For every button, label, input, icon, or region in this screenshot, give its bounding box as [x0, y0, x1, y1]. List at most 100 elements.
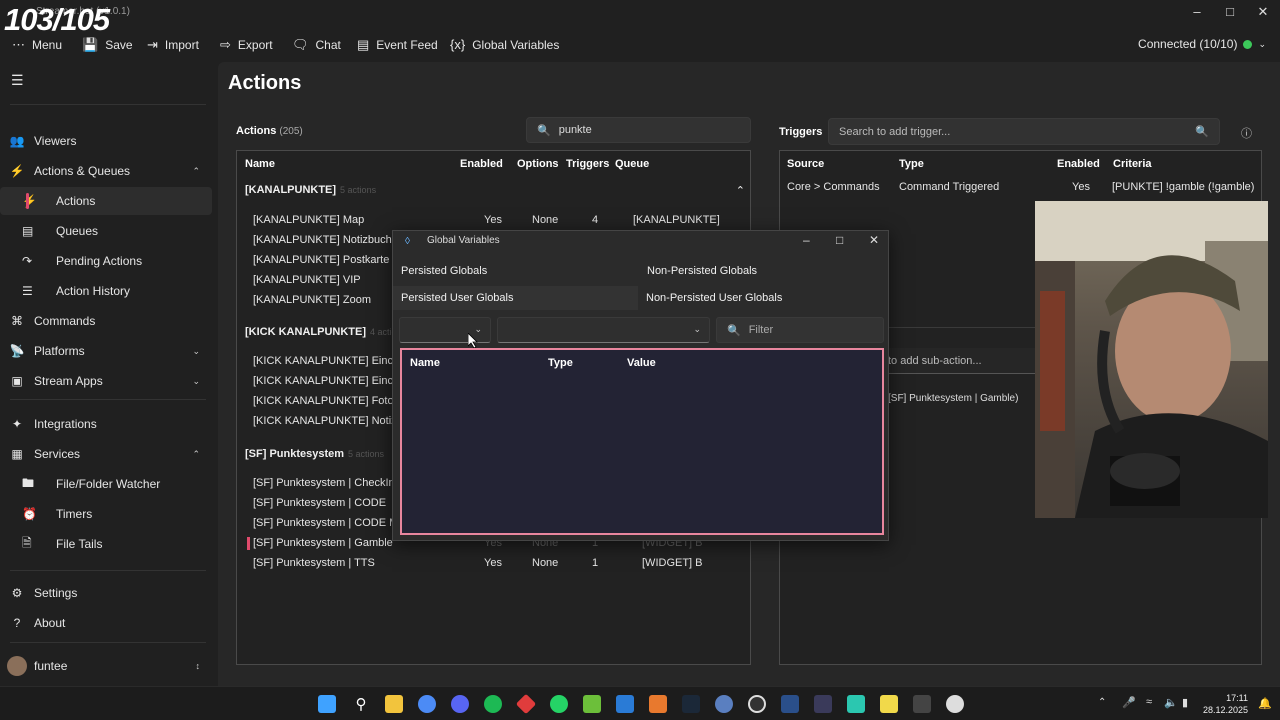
app-logo-icon: ◊ — [405, 236, 410, 247]
discord-icon[interactable] — [451, 695, 469, 713]
app-icon[interactable] — [847, 695, 865, 713]
chevron-up-icon[interactable]: ⌃ — [1098, 697, 1106, 708]
column-header-triggers[interactable]: Triggers — [566, 158, 609, 170]
speaker-icon[interactable]: 🔈 — [1164, 696, 1178, 709]
sidebar-item-services[interactable]: ▦ Services ⌃ — [0, 440, 212, 468]
app-icon[interactable] — [715, 695, 733, 713]
sidebar-item-about[interactable]: ? About — [0, 609, 212, 637]
export-button[interactable]: ⇨ Export — [220, 37, 273, 53]
tab-persisted-user-globals[interactable]: Persisted User Globals — [393, 286, 638, 310]
column-header-queue[interactable]: Queue — [615, 158, 649, 170]
connection-status[interactable]: Connected (10/10) ⌄ — [1138, 37, 1266, 51]
sidebar-item-file-tails[interactable]: 🗎 File Tails — [0, 530, 212, 558]
vscode-icon[interactable] — [616, 695, 634, 713]
table-row[interactable]: [SF] Punktesystem | TTS Yes None 1 [WIDGET] … — [237, 553, 749, 573]
triggers-panel-label: Triggers — [779, 126, 823, 138]
mouse-cursor-icon — [468, 333, 478, 348]
sidebar-item-file-folder-watcher[interactable]: 🖿 File/Folder Watcher — [0, 470, 212, 498]
user-profile[interactable]: funtee ↕ — [0, 652, 212, 680]
status-dot-icon — [1243, 39, 1253, 49]
sidebar-item-queues[interactable]: ▤ Queues — [0, 217, 212, 245]
folder-watch-icon: 🖿 — [22, 475, 35, 490]
maximize-icon[interactable]: □ — [1215, 4, 1245, 22]
sidebar-item-actions[interactable]: ⚡ Actions — [0, 187, 212, 215]
toolbar: ⋯ Menu 💾 Save ⇥ Import ⇨ Export 🗨 Chat ▤ Event… — [0, 30, 1280, 60]
variable-icon: {x} — [450, 37, 466, 52]
sidebar-item-stream-apps[interactable]: ▣ Stream Apps ⌄ — [0, 367, 212, 395]
sidebar-item-settings[interactable]: ⚙ Settings — [0, 579, 212, 607]
trigger-row[interactable]: Core > Commands Command Triggered Yes [P… — [780, 177, 1260, 197]
column-header-name[interactable]: Name — [245, 158, 275, 170]
search-icon[interactable]: ⚲ — [352, 695, 370, 713]
variables-grid[interactable]: Name Type Value — [400, 348, 884, 535]
chevron-down-icon: ⌄ — [693, 324, 701, 334]
column-header-enabled[interactable]: Enabled — [1057, 158, 1100, 170]
sidebar-item-platforms[interactable]: 📡 Platforms ⌄ — [0, 337, 212, 365]
notepad-icon[interactable] — [583, 695, 601, 713]
windows-start-icon[interactable] — [318, 695, 336, 713]
sidebar-item-action-history[interactable]: ☰ Action History — [0, 277, 212, 305]
microphone-icon[interactable]: 🎤 — [1122, 696, 1136, 709]
menu-button[interactable]: ⋯ Menu — [12, 37, 62, 53]
column-header-name[interactable]: Name — [410, 357, 440, 369]
wifi-icon[interactable]: ≈ — [1146, 696, 1152, 708]
streamerbot-icon[interactable] — [781, 695, 799, 713]
sidebar-item-pending-actions[interactable]: ↷ Pending Actions — [0, 247, 212, 275]
filter-input[interactable]: 🔍 Filter — [716, 317, 884, 343]
column-header-options[interactable]: Options — [517, 158, 559, 170]
system-clock[interactable]: 17:11 28.12.2025 — [1203, 692, 1248, 716]
hamburger-icon[interactable]: ☰ — [11, 72, 24, 89]
sidebar-item-timers[interactable]: ⏰ Timers — [0, 500, 212, 528]
tab-non-persisted-globals[interactable]: Non-Persisted Globals — [639, 259, 884, 283]
divider — [10, 399, 206, 400]
group-header[interactable]: [SF] Punktesystem 5 actions — [245, 448, 384, 460]
chrome-icon[interactable] — [418, 695, 436, 713]
trigger-search-input[interactable]: Search to add trigger... 🔍 — [828, 118, 1220, 145]
sidebar-item-commands[interactable]: ⌘ Commands — [0, 307, 212, 335]
whatsapp-icon[interactable] — [550, 695, 568, 713]
table-row[interactable]: [KANALPUNKTE] Map Yes None 4 [KANALPUNKTE] — [237, 210, 749, 230]
chevron-down-icon: ⌄ — [192, 375, 200, 386]
app-icon[interactable] — [649, 695, 667, 713]
minimize-icon[interactable]: – — [1182, 4, 1212, 22]
chatgpt-icon[interactable] — [946, 695, 964, 713]
davinci-icon[interactable] — [913, 695, 931, 713]
event-feed-button[interactable]: ▤ Event Feed — [357, 37, 438, 53]
global-variables-button[interactable]: {x} Global Variables — [450, 37, 559, 52]
spotify-icon[interactable] — [484, 695, 502, 713]
close-icon[interactable]: ✕ — [869, 233, 879, 247]
sidebar-item-actions-queues[interactable]: ⚡ Actions & Queues ⌃ — [0, 157, 212, 185]
viewers-icon: 👥 — [9, 134, 25, 148]
group-header[interactable]: [KANALPUNKTE] 5 actions ⌃ — [245, 184, 745, 197]
column-header-criteria[interactable]: Criteria — [1113, 158, 1152, 170]
column-header-source[interactable]: Source — [787, 158, 824, 170]
minimize-icon[interactable]: – — [803, 233, 810, 247]
steam-icon[interactable] — [682, 695, 700, 713]
column-header-enabled[interactable]: Enabled — [460, 158, 503, 170]
chat-button[interactable]: 🗨 Chat — [292, 37, 341, 53]
info-icon[interactable]: ⓘ — [1241, 125, 1252, 141]
close-icon[interactable]: ✕ — [1248, 4, 1278, 22]
notification-icon[interactable]: 🔔 — [1258, 697, 1272, 710]
git-icon[interactable] — [515, 693, 537, 715]
save-button[interactable]: 💾 Save — [82, 37, 133, 53]
battery-icon[interactable]: ▮ — [1182, 696, 1188, 709]
column-header-value[interactable]: Value — [627, 357, 656, 369]
maximize-icon[interactable]: □ — [836, 233, 843, 247]
subaction-item[interactable]: [SF] Punktesystem | Gamble) — [888, 393, 1018, 404]
actions-search-input[interactable]: 🔍 punkte — [526, 117, 751, 143]
user-dropdown[interactable]: ⌄ — [497, 317, 710, 343]
column-header-type[interactable]: Type — [899, 158, 924, 170]
save-icon: 💾 — [82, 37, 99, 52]
tab-persisted-globals[interactable]: Persisted Globals — [393, 259, 638, 283]
column-header-type[interactable]: Type — [548, 357, 573, 369]
tab-non-persisted-user-globals[interactable]: Non-Persisted User Globals — [638, 286, 883, 310]
sticky-notes-icon[interactable] — [880, 695, 898, 713]
group-header[interactable]: [KICK KANALPUNKTE] 4 actions — [245, 326, 406, 338]
sidebar-item-viewers[interactable]: 👥 Viewers — [0, 127, 212, 155]
audio-app-icon[interactable] — [814, 695, 832, 713]
file-explorer-icon[interactable] — [385, 695, 403, 713]
import-button[interactable]: ⇥ Import — [147, 37, 199, 53]
obs-icon[interactable] — [748, 695, 766, 713]
sidebar-item-integrations[interactable]: ✦ Integrations — [0, 410, 212, 438]
